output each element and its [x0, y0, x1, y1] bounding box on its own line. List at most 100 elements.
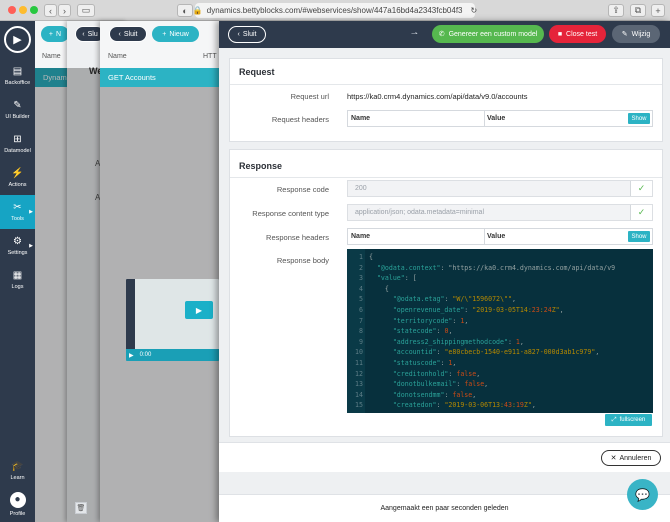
ui-builder-icon: ✎: [13, 99, 22, 111]
chevron-left-icon: ‹: [82, 30, 85, 38]
sidebar-item-tools[interactable]: ✂ Tools ▶: [0, 195, 35, 229]
sidebar-item-label: Learn: [10, 474, 25, 481]
play-icon[interactable]: ▶: [185, 301, 213, 319]
new-button[interactable]: + N: [41, 26, 69, 42]
chevron-left-icon: ‹: [237, 31, 240, 38]
trash-icon[interactable]: 🗑: [75, 502, 87, 514]
close-window-button[interactable]: [8, 6, 16, 14]
status-text: Aangemaakt een paar seconden geleden: [380, 505, 509, 512]
url-text: dynamics.bettyblocks.com/#webservices/sh…: [206, 6, 463, 15]
request-url-label: Request url: [290, 92, 329, 101]
response-code-field[interactable]: 200 ✓: [347, 180, 653, 197]
close-test-button[interactable]: ■ Close test: [549, 25, 606, 43]
response-code-label: Response code: [276, 185, 329, 194]
generate-custom-model-button[interactable]: ✆ Genereer een custom model: [432, 25, 544, 43]
code-line: 5 "@odata.etag": "W/\"1596072\"",: [359, 295, 516, 304]
sidebar-item-label: Datamodel: [4, 147, 31, 154]
sidebar-toggle-icon[interactable]: ▭: [77, 4, 95, 17]
column-header-name: Name: [351, 115, 371, 122]
close-button[interactable]: ‹ Sluit: [228, 26, 266, 43]
plus-icon: +: [48, 30, 54, 38]
collapse-arrows-icon[interactable]: ⇀: [411, 29, 418, 38]
logs-icon: ▦: [12, 269, 23, 281]
maximize-window-button[interactable]: [30, 6, 38, 14]
fullscreen-button[interactable]: ⤢ fullscreen: [605, 414, 652, 426]
tutorial-video[interactable]: ▶ ▶ 0:00: [126, 279, 219, 361]
sidebar-item-logs[interactable]: ▦ Logs: [0, 263, 35, 297]
video-controls[interactable]: ▶ 0:00: [126, 349, 219, 361]
code-line: 7 "territorycode": 1,: [359, 316, 469, 325]
code-line: 2 "@odata.context": "https://ka0.crm4.dy…: [359, 263, 616, 272]
learn-icon: 🎓: [11, 460, 24, 472]
code-line: 6 "openrevenue_date": "2019-03-05T14:23:…: [359, 306, 564, 314]
request-card: Request Request url https://ka0.crm4.dyn…: [229, 58, 663, 142]
response-headers-label: Response headers: [266, 233, 329, 242]
response-body-label: Response body: [276, 256, 329, 265]
code-line: 1{: [359, 253, 373, 261]
status-footer: Aangemaakt een paar seconden geleden: [219, 494, 670, 522]
reload-icon[interactable]: ↻: [471, 6, 478, 15]
datamodel-icon: ⊞: [13, 133, 22, 145]
column-header-name: Name: [108, 53, 127, 60]
phone-icon: ✆: [438, 31, 445, 38]
minimize-window-button[interactable]: [19, 6, 27, 14]
plus-icon: +: [162, 30, 167, 38]
forward-icon[interactable]: ›: [58, 4, 71, 17]
lock-icon: 🔒: [192, 6, 203, 15]
column-header-name: Name: [42, 53, 61, 60]
sidebar-item-actions[interactable]: ⚡ Actions: [0, 161, 35, 195]
response-body-editor[interactable]: 1{ 2 "@odata.context": "https://ka0.crm4.…: [347, 249, 653, 413]
play-small-icon[interactable]: ▶: [129, 352, 134, 359]
betty-logo-icon[interactable]: ▶: [4, 26, 31, 53]
tools-icon: ✂: [13, 201, 22, 213]
code-line: 14 "donotsendmm": false,: [355, 390, 477, 399]
settings-icon: ⚙: [13, 235, 22, 247]
sidebar-item-label: Profile: [9, 510, 26, 517]
sidebar-item-ui-builder[interactable]: ✎ UI Builder: [0, 93, 35, 127]
chevron-right-icon: ▶: [29, 243, 33, 249]
response-content-type-field[interactable]: application/json; odata.metadata=minimal…: [347, 204, 653, 221]
sidebar-item-settings[interactable]: ⚙ Settings ▶: [0, 229, 35, 263]
cancel-button[interactable]: ✕ Annuleren: [601, 450, 661, 466]
response-title: Response: [239, 161, 283, 171]
code-line: 13 "donotbulkemail": false,: [355, 380, 489, 389]
pencil-icon: ✎: [621, 31, 628, 38]
expand-icon: ⤢: [611, 416, 617, 423]
code-line: 4 {: [359, 284, 389, 293]
request-headers-label: Request headers: [271, 115, 329, 124]
request-url-value: https://ka0.crm4.dynamics.com/api/data/v…: [347, 92, 528, 101]
actions-icon: ⚡: [11, 167, 24, 179]
show-request-headers-button[interactable]: Show: [628, 113, 650, 124]
close-button[interactable]: ‹ Sluit: [109, 26, 147, 42]
chevron-right-icon: ▶: [29, 209, 33, 215]
sidebar-item-learn[interactable]: 🎓 Learn: [0, 454, 35, 488]
response-content-type-label: Response content type: [252, 209, 329, 218]
table-row[interactable]: GET Accounts: [100, 68, 220, 87]
sidebar-item-label: Settings: [7, 249, 28, 256]
browser-toolbar: ‹ › ▭ ◐ 🔒 dynamics.bettyblocks.com/#webs…: [0, 0, 670, 21]
share-icon[interactable]: ⇪: [608, 4, 624, 17]
new-button[interactable]: + Nieuw: [152, 26, 199, 42]
edit-button[interactable]: ✎ Wijzig: [612, 25, 660, 43]
show-response-headers-button[interactable]: Show: [628, 231, 650, 242]
back-icon[interactable]: ‹: [44, 4, 57, 17]
sidebar-item-label: Logs: [11, 283, 24, 290]
new-tab-icon[interactable]: +: [651, 4, 665, 17]
stop-icon: ■: [557, 30, 563, 38]
sidebar-item-backoffice[interactable]: ▤ Backoffice: [0, 59, 35, 93]
sidebar-item-profile[interactable]: ● Profile: [0, 487, 35, 521]
code-line: 12 "creditonhold": false,: [355, 369, 481, 378]
chat-icon[interactable]: 💬: [627, 479, 658, 510]
address-bar[interactable]: 🔒 dynamics.bettyblocks.com/#webservices/…: [192, 3, 478, 18]
column-header-value: Value: [487, 115, 506, 122]
sidebar-item-label: Actions: [8, 181, 27, 188]
check-icon: ✓: [630, 181, 652, 196]
tabs-icon[interactable]: ⧉: [630, 4, 646, 17]
response-headers-table: Name Value Show: [347, 228, 653, 245]
sidebar-item-label: UI Builder: [5, 113, 30, 120]
response-card: Response Response code 200 ✓ Response co…: [229, 149, 663, 437]
code-line: 11 "statuscode": 1,: [355, 359, 457, 367]
chevron-left-icon: ‹: [118, 30, 121, 38]
privacy-icon[interactable]: ◐: [177, 4, 193, 17]
sidebar-item-datamodel[interactable]: ⊞ Datamodel: [0, 127, 35, 161]
